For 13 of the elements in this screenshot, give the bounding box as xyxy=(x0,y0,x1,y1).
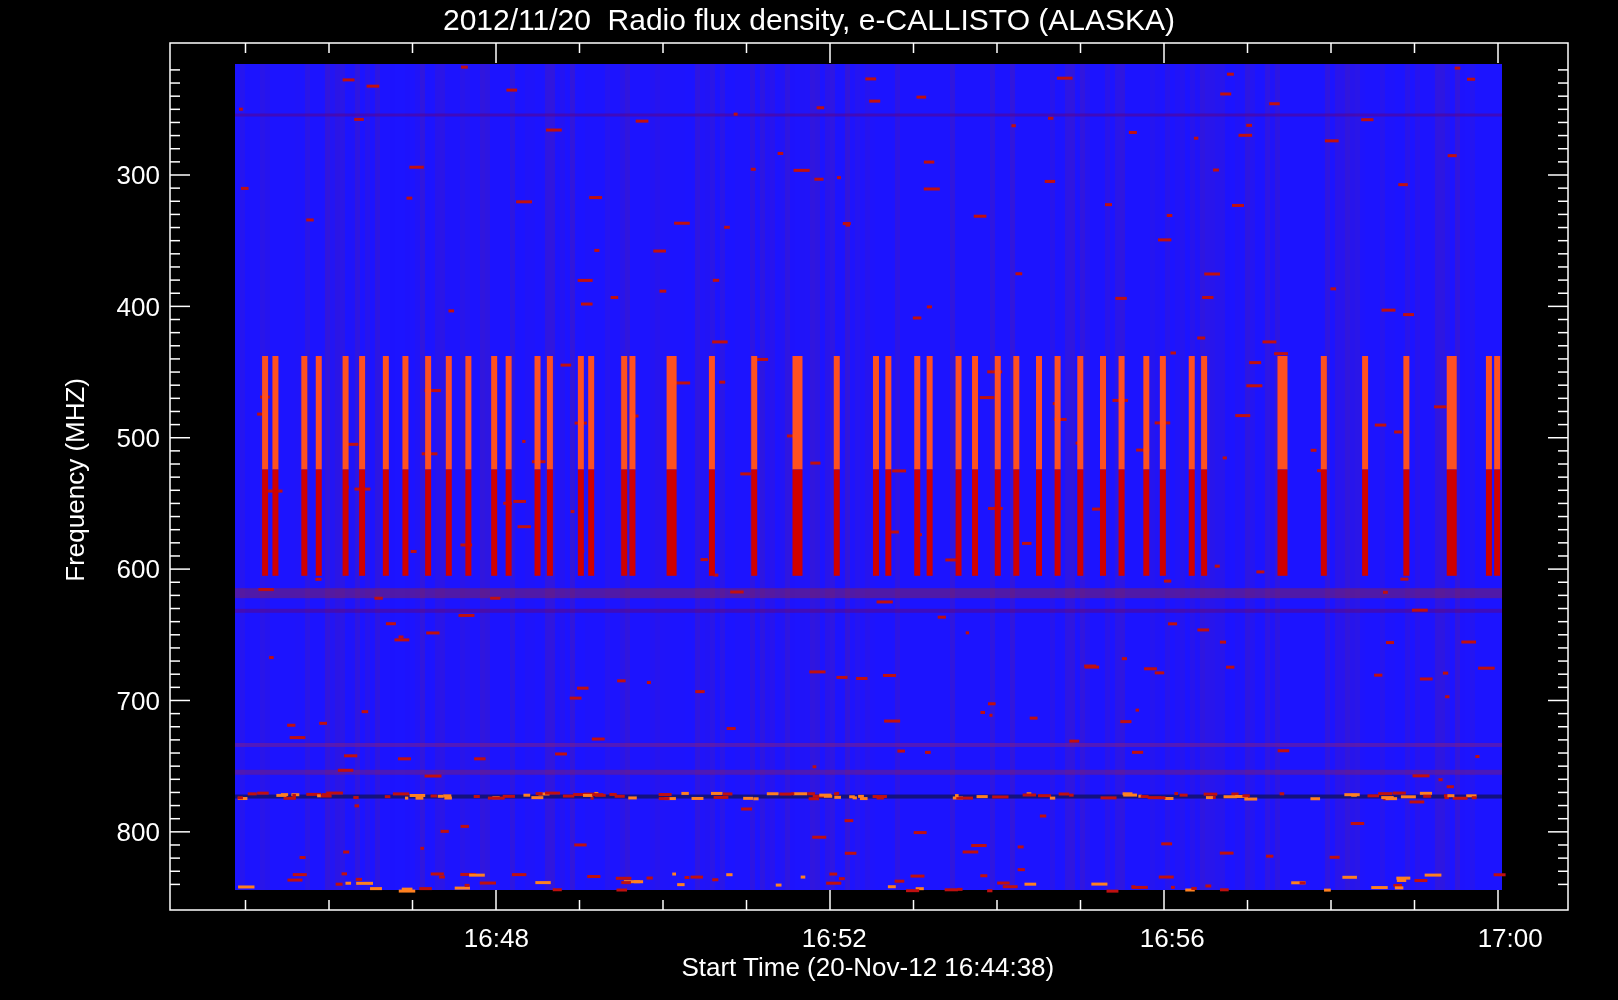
x-axis-label: Start Time (20-Nov-12 16:44:38) xyxy=(681,952,1055,982)
y-axis-label: Frequency (MHZ) xyxy=(60,378,90,582)
y-tick-label: 300 xyxy=(116,160,160,191)
y-tick-label: 400 xyxy=(116,291,160,322)
y-tick-label: 500 xyxy=(116,423,160,454)
chart-title: 2012/11/20 Radio flux density, e-CALLISTO (ALASKA) xyxy=(442,3,1176,36)
y-tick-label: 700 xyxy=(116,685,160,716)
x-tick-label: 16:56 xyxy=(1139,923,1205,953)
y-tick-label: 800 xyxy=(116,817,160,848)
x-tick-label: 16:48 xyxy=(463,923,529,953)
x-tick-label: 17:00 xyxy=(1477,923,1543,953)
y-tick-label: 600 xyxy=(116,554,160,585)
x-tick-label: 16:52 xyxy=(801,923,867,953)
